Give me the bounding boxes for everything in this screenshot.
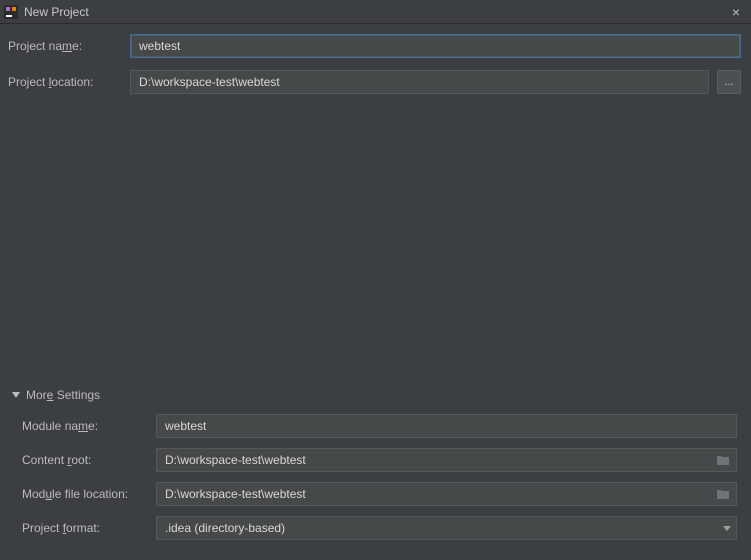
row-project-format: Project format: .idea (directory-based)	[20, 516, 737, 540]
dialog-content: Project name: Project location: ... More…	[0, 24, 751, 560]
content-root-label: Content root:	[20, 453, 148, 467]
browse-location-button[interactable]: ...	[717, 70, 741, 94]
project-name-input[interactable]	[130, 34, 741, 58]
project-name-label: Project name:	[6, 39, 122, 53]
browse-module-file-location-button[interactable]	[715, 486, 731, 502]
more-settings-label: More Settings	[26, 388, 100, 402]
more-settings-toggle[interactable]: More Settings	[12, 388, 741, 410]
row-module-file-location: Module file location:	[20, 482, 737, 506]
row-project-location: Project location: ...	[6, 70, 741, 94]
project-location-input[interactable]	[130, 70, 709, 94]
module-name-label: Module name:	[20, 419, 148, 433]
project-format-value: .idea (directory-based)	[156, 516, 737, 540]
more-settings-body: Module name: Content root:	[12, 410, 741, 540]
titlebar: New Project ×	[0, 0, 751, 24]
row-project-name: Project name:	[6, 34, 741, 58]
module-file-location-input[interactable]	[156, 482, 737, 506]
app-icon	[4, 5, 18, 19]
browse-content-root-button[interactable]	[715, 452, 731, 468]
row-content-root: Content root:	[20, 448, 737, 472]
project-format-select[interactable]: .idea (directory-based)	[156, 516, 737, 540]
project-format-label: Project format:	[20, 521, 148, 535]
chevron-down-icon	[12, 392, 20, 398]
window-title: New Project	[24, 5, 727, 19]
close-button[interactable]: ×	[727, 3, 745, 21]
project-location-label: Project location:	[6, 75, 122, 89]
module-file-location-label: Module file location:	[20, 487, 148, 501]
empty-space	[6, 106, 741, 384]
content-root-input[interactable]	[156, 448, 737, 472]
more-settings-section: More Settings Module name: Content root:	[6, 388, 741, 560]
module-name-input[interactable]	[156, 414, 737, 438]
row-module-name: Module name:	[20, 414, 737, 438]
